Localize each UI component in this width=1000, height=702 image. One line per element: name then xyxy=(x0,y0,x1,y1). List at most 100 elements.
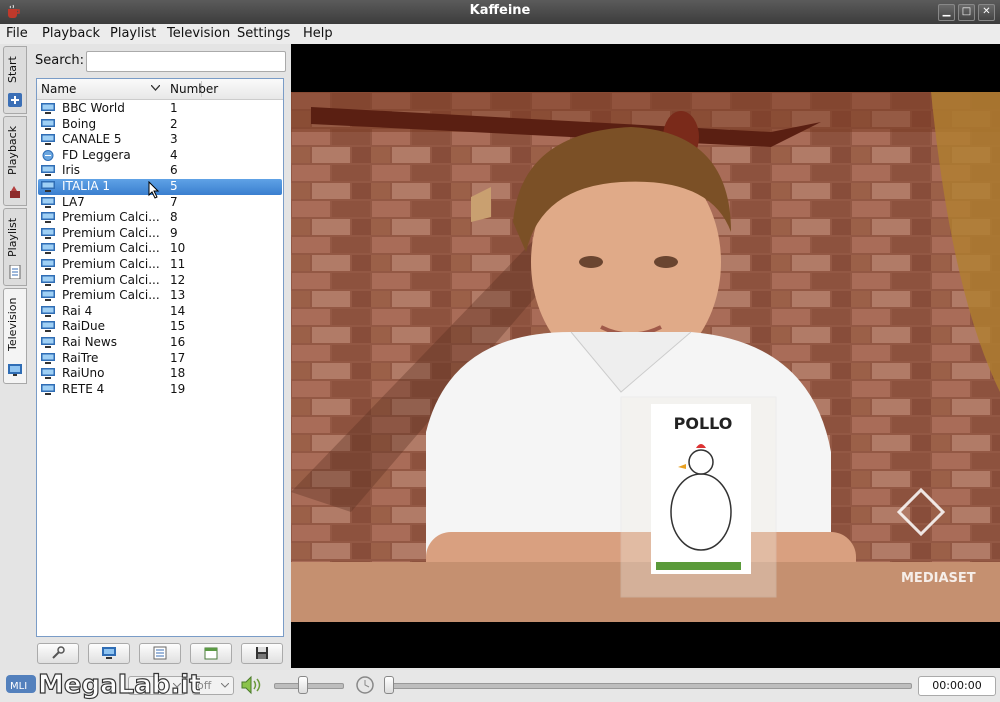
channel-name: ITALIA 1 xyxy=(62,179,111,193)
channel-number: 1 xyxy=(170,101,178,115)
tv-channel-icon xyxy=(41,118,55,130)
channel-name: Premium Calci... xyxy=(62,225,160,240)
channel-name: LA7 xyxy=(62,194,85,209)
channel-row[interactable]: Premium Calci... 13 xyxy=(38,288,282,304)
channel-row[interactable]: CANALE 5 3 xyxy=(38,132,282,148)
tab-start-label: Start xyxy=(6,56,19,84)
tab-television-label: Television xyxy=(6,297,19,351)
channel-row[interactable]: FD Leggera 4 xyxy=(38,148,282,164)
channel-row[interactable]: Premium Calci... 8 xyxy=(38,210,282,226)
channel-name: RaiDue xyxy=(62,319,105,334)
tab-playlist-label: Playlist xyxy=(6,217,19,257)
channel-name: Premium Calci... xyxy=(62,241,160,256)
channel-row[interactable]: RaiDue 15 xyxy=(38,319,282,335)
channel-row[interactable]: Premium Calci... 11 xyxy=(38,257,282,273)
channel-row[interactable]: Rai 4 14 xyxy=(38,304,282,320)
channel-number: 5 xyxy=(170,179,178,193)
menu-help[interactable]: Help xyxy=(303,26,333,41)
seek-slider-handle[interactable] xyxy=(384,676,394,694)
channel-number: 13 xyxy=(170,288,186,303)
channel-number: 14 xyxy=(170,303,186,318)
tv-channel-icon xyxy=(41,134,55,146)
channel-row[interactable]: Iris 6 xyxy=(38,163,282,179)
tv-channel-icon xyxy=(41,305,55,317)
tv-channel-icon xyxy=(41,243,55,255)
channel-name: Premium Calci... xyxy=(62,272,160,287)
tv-channel-icon xyxy=(41,368,55,380)
volume-icon[interactable] xyxy=(240,675,262,695)
channel-name: Rai News xyxy=(62,335,118,349)
tv-channel-icon xyxy=(41,274,55,286)
channel-row[interactable]: Premium Calci... 9 xyxy=(38,226,282,242)
column-header-number[interactable]: Number xyxy=(170,82,218,96)
channel-row[interactable]: BBC World 1 xyxy=(38,101,282,117)
channel-name: FD Leggera xyxy=(62,147,131,162)
mouse-cursor-icon xyxy=(148,181,160,199)
channel-number: 8 xyxy=(170,210,178,225)
sort-chevron-down-icon[interactable] xyxy=(151,85,160,91)
channel-name: CANALE 5 xyxy=(62,132,122,147)
tab-start[interactable]: Start xyxy=(3,46,27,114)
close-button[interactable]: ✕ xyxy=(978,4,995,21)
megalab-watermark-logo: MLI MegaLab.it xyxy=(6,669,200,701)
tv-channel-icon xyxy=(41,196,55,208)
television-icon xyxy=(8,364,22,376)
menu-playback[interactable]: Playback xyxy=(42,26,100,41)
menu-playlist[interactable]: Playlist xyxy=(110,26,156,41)
channel-number: 2 xyxy=(170,116,178,131)
tv-channel-icon xyxy=(41,321,55,333)
channel-row[interactable]: RETE 4 19 xyxy=(38,382,282,398)
side-tabs: Start Playback Playlist Television xyxy=(3,46,27,386)
menu-television[interactable]: Television xyxy=(167,26,230,41)
channel-name: Iris xyxy=(62,163,81,178)
channel-row[interactable]: LA7 7 xyxy=(38,195,282,211)
channel-list[interactable]: Name Number BBC World 1 Boing 2 CANALE 5 3 FD … xyxy=(36,78,284,637)
video-frame: POLLO MEDIASET xyxy=(291,92,1000,622)
svg-text:MLI: MLI xyxy=(10,681,27,692)
channel-name: BBC World xyxy=(62,101,125,115)
menu-bar: File Playback Playlist Television Settin… xyxy=(0,24,1000,44)
chevron-down-icon xyxy=(221,683,229,688)
search-label: Search: xyxy=(35,53,85,68)
tab-playlist[interactable]: Playlist xyxy=(3,208,27,286)
tab-playback[interactable]: Playback xyxy=(3,116,27,206)
column-header-name[interactable]: Name xyxy=(41,82,76,96)
channel-number: 18 xyxy=(170,366,186,381)
tab-television[interactable]: Television xyxy=(3,288,27,384)
channel-name: RaiTre xyxy=(62,350,99,365)
channel-row[interactable]: Boing 2 xyxy=(38,117,282,133)
channel-row-selected[interactable]: ITALIA 1 5 xyxy=(38,179,282,195)
tv-channel-icon xyxy=(41,103,55,114)
minimize-button[interactable]: ▁ xyxy=(938,4,955,21)
tv-scene-image: POLLO MEDIASET xyxy=(291,92,1000,622)
seek-time-icon[interactable] xyxy=(355,675,377,695)
channel-row[interactable]: RaiTre 17 xyxy=(38,351,282,367)
channel-name: RETE 4 xyxy=(62,381,105,396)
seek-slider[interactable] xyxy=(384,683,912,689)
channel-name: RaiUno xyxy=(62,366,105,381)
volume-slider-handle[interactable] xyxy=(298,676,308,694)
channel-row[interactable]: RaiUno 18 xyxy=(38,366,282,382)
channel-number: 4 xyxy=(170,147,178,162)
channel-row[interactable]: Premium Calci... 10 xyxy=(38,241,282,257)
volume-slider[interactable] xyxy=(274,683,344,689)
channel-name: Rai 4 xyxy=(62,303,93,318)
video-player[interactable]: POLLO MEDIASET xyxy=(291,44,1000,668)
time-display[interactable]: 00:00:00 xyxy=(918,676,996,696)
channel-number: 6 xyxy=(170,163,178,178)
channel-number: 3 xyxy=(170,132,178,147)
channel-row[interactable]: Rai News 16 xyxy=(38,335,282,351)
channel-number: 17 xyxy=(170,350,186,365)
menu-settings[interactable]: Settings xyxy=(237,26,290,41)
channel-number: 11 xyxy=(170,257,186,271)
maximize-button[interactable]: □ xyxy=(958,4,975,21)
record-button[interactable] xyxy=(241,643,283,664)
tv-channel-icon xyxy=(41,352,55,364)
channel-number: 19 xyxy=(170,381,186,396)
channel-number: 16 xyxy=(170,335,186,349)
channel-row[interactable]: Premium Calci... 12 xyxy=(38,273,282,289)
tv-channel-icon xyxy=(41,181,55,192)
channel-name: Boing xyxy=(62,116,97,131)
search-input[interactable] xyxy=(86,51,286,72)
menu-file[interactable]: File xyxy=(6,26,28,41)
